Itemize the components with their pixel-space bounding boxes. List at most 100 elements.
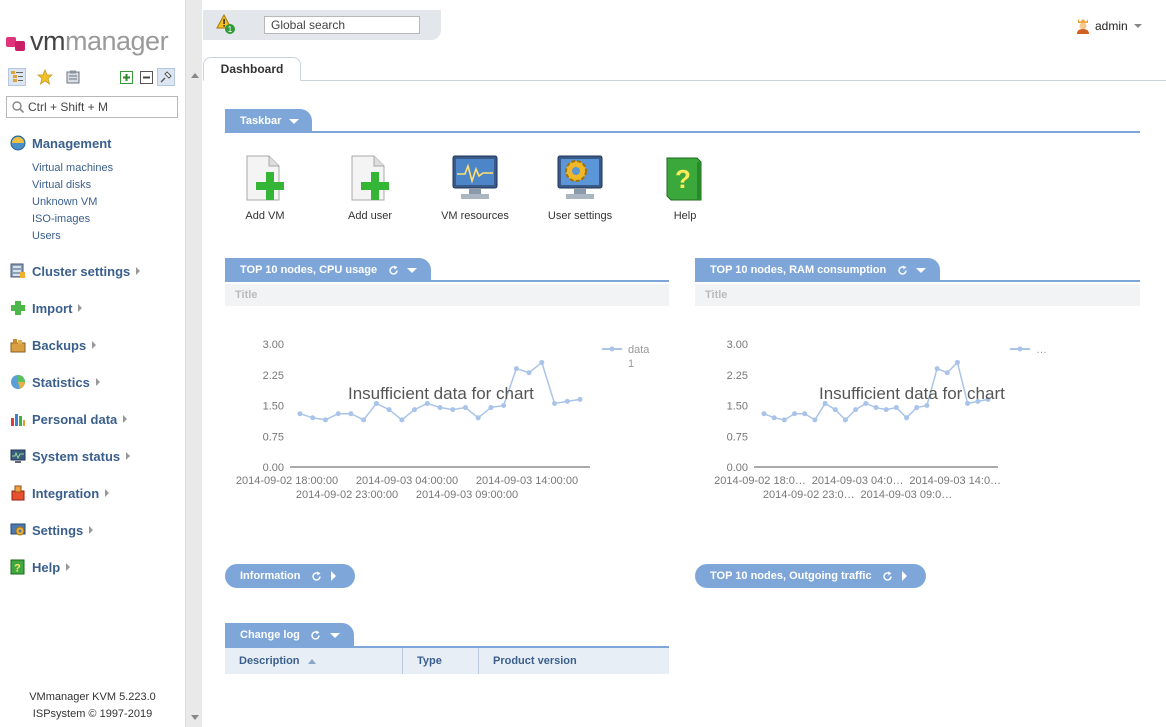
x-tick-label: 2014-09-03 14:00:00	[476, 475, 578, 487]
menu-group-label: Personal data	[32, 411, 118, 427]
refresh-icon[interactable]	[387, 264, 399, 276]
task-label: VM resources	[441, 210, 509, 222]
sidebar-search[interactable]	[6, 96, 178, 118]
refresh-icon[interactable]	[896, 264, 908, 276]
chevron-right-icon[interactable]	[901, 571, 907, 581]
scroll-up-icon[interactable]	[191, 73, 199, 78]
tab-dashboard[interactable]: Dashboard	[203, 57, 301, 81]
expand-arrow-icon	[105, 489, 110, 497]
sidebar-item-iso-images[interactable]: ISO-images	[32, 213, 90, 225]
information-panel-header[interactable]: Information	[225, 564, 355, 588]
clipboard-icon[interactable]	[64, 68, 82, 86]
sidebar-search-input[interactable]	[28, 100, 178, 114]
changelog-panel-header[interactable]: Change log	[225, 623, 354, 647]
column-header-type[interactable]: Type	[403, 648, 479, 674]
ram-panel-divider	[695, 280, 1140, 282]
menu-group-cluster-settings[interactable]: Cluster settings	[10, 263, 141, 279]
system-status-icon	[10, 448, 26, 464]
column-header-product-version[interactable]: Product version	[479, 648, 669, 674]
task-add-vm[interactable]: Add VM	[215, 154, 315, 222]
search-icon	[12, 101, 24, 113]
chevron-down-icon[interactable]	[407, 267, 418, 273]
chevron-right-icon[interactable]	[330, 571, 336, 581]
ram-panel-title: TOP 10 nodes, RAM consumption	[710, 264, 887, 276]
data-point	[873, 405, 879, 411]
menu-group-statistics[interactable]: Statistics	[10, 374, 100, 390]
user-menu[interactable]: admin	[1076, 18, 1142, 34]
column-label: Type	[417, 655, 442, 667]
cpu-panel-header[interactable]: TOP 10 nodes, CPU usage	[225, 258, 431, 282]
task-label: Add user	[347, 210, 393, 222]
menu-group-label: Statistics	[32, 374, 90, 390]
scroll-down-icon[interactable]	[191, 715, 199, 720]
vm-resources-icon	[452, 155, 498, 199]
favorites-star-icon[interactable]	[36, 68, 54, 86]
traffic-panel-header[interactable]: TOP 10 nodes, Outgoing traffic	[695, 564, 926, 588]
y-tick-label: 0.00	[727, 462, 748, 474]
y-tick-label: 0.75	[263, 431, 284, 443]
data-point	[954, 359, 960, 365]
ram-panel-header[interactable]: TOP 10 nodes, RAM consumption	[695, 258, 940, 282]
y-tick-label: 2.25	[263, 370, 284, 382]
task-vm-resources[interactable]: VM resources	[425, 154, 525, 222]
expand-all-icon[interactable]	[117, 68, 135, 86]
legend-swatch-dot	[1017, 346, 1023, 352]
sidebar-footer: VMmanager KVM 5.223.0 ISPsystem © 1997-2…	[0, 689, 185, 723]
taskbar-header[interactable]: Taskbar	[225, 109, 312, 133]
task-label: Add VM	[245, 210, 285, 222]
task-user-settings[interactable]: User settings	[530, 154, 630, 222]
collapse-all-icon[interactable]	[137, 68, 155, 86]
x-tick-label: 2014-09-02 23:00:00	[296, 489, 398, 501]
topbar: 1	[203, 10, 441, 40]
taskbar-divider	[225, 131, 1140, 133]
legend-swatch-dot	[609, 346, 615, 352]
vmmanager-logo[interactable]: vm manager	[6, 26, 169, 56]
cpu-panel-title: TOP 10 nodes, CPU usage	[240, 264, 378, 276]
task-help[interactable]: ? Help	[635, 154, 735, 222]
sidebar-item-virtual-machines[interactable]: Virtual machines	[32, 162, 113, 174]
data-point	[904, 415, 910, 421]
cpu-panel-divider	[225, 280, 669, 282]
task-add-user[interactable]: Add user	[320, 154, 420, 222]
column-header-description[interactable]: Description	[225, 648, 403, 674]
data-point	[914, 405, 920, 411]
expand-arrow-icon	[136, 267, 141, 275]
global-search-input[interactable]	[264, 16, 420, 34]
chevron-down-icon[interactable]	[289, 118, 300, 124]
refresh-icon[interactable]	[882, 570, 894, 582]
menu-group-help[interactable]: ? Help	[10, 559, 71, 575]
menu-group-backups[interactable]: Backups	[10, 337, 97, 353]
menu-group-label: Settings	[32, 522, 84, 538]
refresh-icon[interactable]	[310, 629, 322, 641]
tree-view-icon[interactable]	[8, 68, 26, 86]
expand-arrow-icon	[95, 378, 100, 386]
chevron-down-icon[interactable]	[329, 632, 340, 638]
menu-group-import[interactable]: Import	[10, 300, 83, 316]
data-point	[893, 405, 899, 411]
data-point	[462, 405, 468, 411]
chevron-down-icon[interactable]	[916, 267, 927, 273]
menu-group-system-status[interactable]: System status	[10, 448, 131, 464]
menu-group-label: Import	[32, 300, 73, 316]
data-point	[842, 417, 848, 423]
data-point	[802, 411, 808, 417]
data-point	[552, 400, 558, 406]
menu-group-label: Backups	[32, 337, 87, 353]
menu-group-integration[interactable]: Integration	[10, 485, 110, 501]
sidebar-scrollbar[interactable]	[185, 0, 202, 727]
refresh-icon[interactable]	[311, 570, 323, 582]
menu-group-settings[interactable]: Settings	[10, 522, 94, 538]
task-label: User settings	[547, 210, 613, 222]
menu-group-management[interactable]: Management	[10, 135, 111, 151]
pin-icon[interactable]	[157, 68, 175, 86]
alert-warning-icon[interactable]: 1	[216, 13, 236, 34]
x-tick-label: 2014-09-03 09:0…	[861, 489, 953, 501]
sidebar-item-unknown-vm[interactable]: Unknown VM	[32, 196, 97, 208]
menu-group-personal-data[interactable]: Personal data	[10, 411, 128, 427]
traffic-panel-title: TOP 10 nodes, Outgoing traffic	[710, 570, 872, 582]
menu-group-label: Help	[32, 559, 61, 575]
data-point	[475, 415, 481, 421]
sidebar-item-virtual-disks[interactable]: Virtual disks	[32, 179, 91, 191]
x-tick-label: 2014-09-02 18:0…	[714, 475, 806, 487]
sidebar-item-users[interactable]: Users	[32, 230, 61, 242]
